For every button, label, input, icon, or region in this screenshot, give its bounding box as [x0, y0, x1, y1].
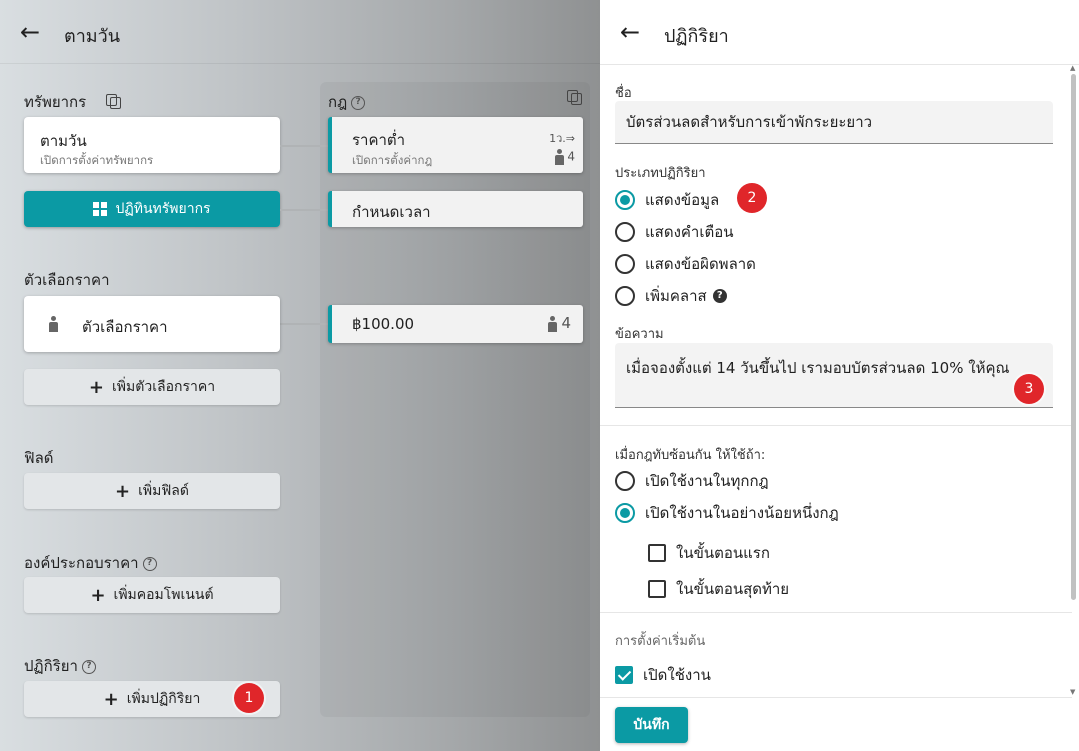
help-icon[interactable]: ?: [81, 659, 96, 674]
person-icon: [554, 149, 564, 165]
drawer-header: ← ปฏิกิริยา: [600, 0, 1079, 65]
plus-icon: +: [115, 480, 131, 502]
name-label: ชื่อ: [615, 86, 632, 101]
add-field-button[interactable]: + เพิ่มฟิลด์: [24, 473, 280, 509]
rule-count: 4: [547, 314, 571, 332]
action-type-label: ประเภทปฏิกิริยา: [615, 166, 706, 181]
message-field[interactable]: เมื่อจองตั้งแต่ 14 วันขึ้นไป เรามอบบัตรส…: [615, 343, 1053, 408]
rule-title: ฿100.00: [352, 315, 415, 333]
copy-icon[interactable]: [106, 94, 121, 109]
checkbox-first-step[interactable]: ในขั้นตอนแรก: [648, 541, 770, 565]
resources-heading: ทรัพยากร: [24, 93, 87, 111]
message-label: ข้อความ: [615, 327, 664, 342]
radio-icon: [615, 254, 635, 274]
action-editor-drawer: ← ปฏิกิริยา ชื่อ บัตรส่วนลดสำหรับการเข้า…: [600, 0, 1079, 751]
actions-heading: ปฏิกิริยา?: [24, 654, 96, 678]
radio-icon: [615, 503, 635, 523]
defaults-label: การตั้งค่าเริ่มต้น: [615, 634, 706, 649]
name-field[interactable]: บัตรส่วนลดสำหรับการเข้าพักระยะยาว: [615, 101, 1053, 144]
radio-show-error[interactable]: แสดงข้อผิดพลาด: [615, 252, 756, 276]
resource-card-subtitle: เปิดการตั้งค่าทรัพยากร: [40, 153, 154, 167]
radio-icon: [615, 222, 635, 242]
radio-at-least-one-rule[interactable]: เปิดใช้งานในอย่างน้อยหนึ่งกฎ: [615, 501, 839, 525]
question-circle-icon[interactable]: ?: [712, 289, 727, 303]
rules-column: [320, 82, 590, 717]
plus-icon: +: [90, 584, 106, 606]
step-badge: 2: [737, 183, 767, 213]
copy-icon[interactable]: [567, 90, 582, 105]
save-button[interactable]: บันทึก: [615, 707, 688, 743]
connector-line: [280, 145, 328, 147]
help-icon[interactable]: ?: [351, 95, 366, 110]
divider: [600, 697, 1072, 698]
price-components-heading: องค์ประกอบราคา?: [24, 551, 157, 575]
help-icon[interactable]: ?: [142, 556, 157, 571]
back-arrow-icon[interactable]: ←: [20, 20, 40, 44]
checkbox-last-step[interactable]: ในขั้นตอนสุดท้าย: [648, 577, 789, 601]
rule-subtitle: เปิดการตั้งค่ากฎ: [352, 153, 433, 167]
radio-show-info[interactable]: แสดงข้อมูล: [615, 188, 719, 212]
plus-icon: +: [103, 688, 119, 710]
radio-icon: [615, 190, 635, 210]
checkbox-enabled[interactable]: เปิดใช้งาน: [615, 663, 711, 687]
resource-card-title: ตามวัน: [40, 132, 87, 150]
page-title: ตามวัน: [64, 26, 121, 47]
person-icon: [48, 316, 58, 332]
resource-calendar-button[interactable]: ปฏิทินทรัพยากร: [24, 191, 280, 227]
step-badge: 3: [1014, 374, 1044, 404]
radio-add-class[interactable]: เพิ่มคลาส ?: [615, 284, 727, 308]
rule-title: ราคาต่ำ: [352, 131, 406, 149]
add-component-button[interactable]: + เพิ่มคอมโพเนนต์: [24, 577, 280, 613]
step-badge: 1: [234, 683, 264, 713]
person-icon: [547, 315, 557, 332]
resource-card[interactable]: ตามวัน เปิดการตั้งค่าทรัพยากร: [24, 117, 280, 173]
divider: [600, 612, 1072, 613]
checkbox-icon: [648, 580, 666, 598]
rule-card[interactable]: ราคาต่ำ เปิดการตั้งค่ากฎ 1ว.⇒ 4: [328, 117, 583, 173]
drawer-title: ปฏิกิริยา: [664, 26, 729, 47]
grid-icon: [93, 202, 108, 216]
overlap-label: เมื่อกฎทับซ้อนกัน ให้ใช้ถ้า:: [615, 448, 766, 463]
main-editor-panel: ← ตามวัน ทรัพยากร ตามวัน เปิดการตั้งค่าท…: [0, 0, 600, 751]
rules-heading: กฎ?: [328, 90, 366, 114]
price-options-heading: ตัวเลือกราคา: [24, 271, 110, 289]
rule-meta: 1ว.⇒: [549, 132, 575, 145]
rule-card[interactable]: ฿100.00 4: [328, 305, 583, 343]
divider: [600, 425, 1072, 426]
scrollbar[interactable]: [1071, 74, 1076, 600]
plus-icon: +: [88, 376, 105, 398]
fields-heading: ฟิลด์: [24, 449, 54, 467]
connector-line: [280, 323, 328, 325]
connector-line: [280, 209, 328, 211]
price-option-card[interactable]: ตัวเลือกราคา: [24, 296, 280, 352]
scroll-up-icon[interactable]: ▲: [1070, 64, 1075, 72]
rule-count: 4: [554, 149, 575, 165]
checkbox-icon: [615, 666, 633, 684]
radio-icon: [615, 471, 635, 491]
checkbox-icon: [648, 544, 666, 562]
top-bar: ← ตามวัน: [0, 0, 600, 64]
rule-card[interactable]: กำหนดเวลา: [328, 191, 583, 227]
back-arrow-icon[interactable]: ←: [620, 20, 640, 44]
rule-title: กำหนดเวลา: [352, 203, 431, 221]
radio-icon: [615, 286, 635, 306]
add-price-option-button[interactable]: + เพิ่มตัวเลือกราคา: [24, 369, 280, 405]
scroll-down-icon[interactable]: ▼: [1070, 688, 1075, 696]
radio-show-warning[interactable]: แสดงคำเตือน: [615, 220, 733, 244]
radio-all-rules[interactable]: เปิดใช้งานในทุกกฎ: [615, 469, 769, 493]
price-option-title: ตัวเลือกราคา: [82, 318, 168, 336]
